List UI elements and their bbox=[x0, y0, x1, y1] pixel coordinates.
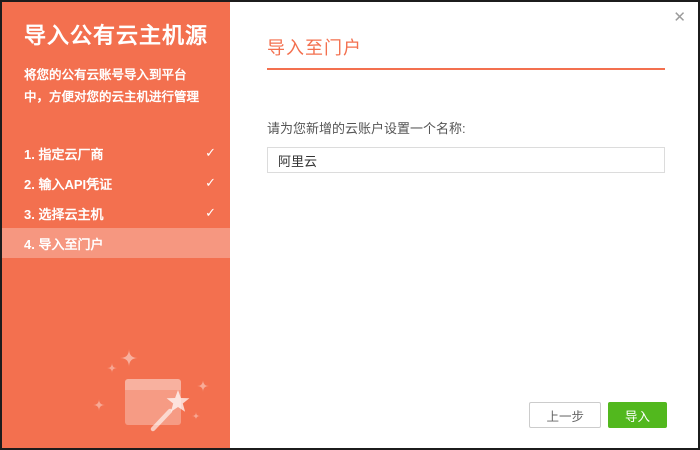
footer-actions: 上一步 导入 bbox=[529, 402, 667, 428]
step-1-specify-vendor[interactable]: 1. 指定云厂商 ✓ bbox=[2, 138, 230, 168]
check-icon: ✓ bbox=[205, 145, 216, 161]
account-name-input[interactable] bbox=[267, 147, 665, 173]
step-label: 4. 导入至门户 bbox=[24, 234, 103, 253]
wizard-sidebar: 导入公有云主机源 将您的公有云账号导入到平台中，方便对您的云主机进行管理 1. … bbox=[2, 2, 230, 448]
step-label: 3. 选择云主机 bbox=[24, 204, 103, 223]
wizard-steps: 1. 指定云厂商 ✓ 2. 输入API凭证 ✓ 3. 选择云主机 ✓ 4. 导入… bbox=[2, 138, 230, 258]
account-name-label: 请为您新增的云账户设置一个名称: bbox=[267, 118, 466, 137]
check-icon: ✓ bbox=[205, 175, 216, 191]
close-icon[interactable]: ✕ bbox=[673, 10, 686, 25]
step-3-select-hosts[interactable]: 3. 选择云主机 ✓ bbox=[2, 198, 230, 228]
step-label: 1. 指定云厂商 bbox=[24, 144, 103, 163]
previous-step-button[interactable]: 上一步 bbox=[529, 402, 601, 428]
wizard-description: 将您的公有云账号导入到平台中，方便对您的云主机进行管理 bbox=[24, 64, 199, 108]
title-underline bbox=[267, 68, 665, 70]
magic-wand-decoration-icon bbox=[86, 343, 212, 437]
step-label: 2. 输入API凭证 bbox=[24, 174, 112, 193]
check-icon: ✓ bbox=[205, 205, 216, 221]
import-button[interactable]: 导入 bbox=[608, 402, 667, 428]
main-panel: ✕ 导入至门户 请为您新增的云账户设置一个名称: 上一步 导入 bbox=[230, 2, 698, 448]
step-2-enter-api-credentials[interactable]: 2. 输入API凭证 ✓ bbox=[2, 168, 230, 198]
page-title: 导入至门户 bbox=[267, 34, 362, 60]
wizard-title: 导入公有云主机源 bbox=[24, 22, 208, 50]
import-cloud-host-dialog: 导入公有云主机源 将您的公有云账号导入到平台中，方便对您的云主机进行管理 1. … bbox=[0, 0, 700, 450]
step-4-import-to-portal[interactable]: 4. 导入至门户 bbox=[2, 228, 230, 258]
